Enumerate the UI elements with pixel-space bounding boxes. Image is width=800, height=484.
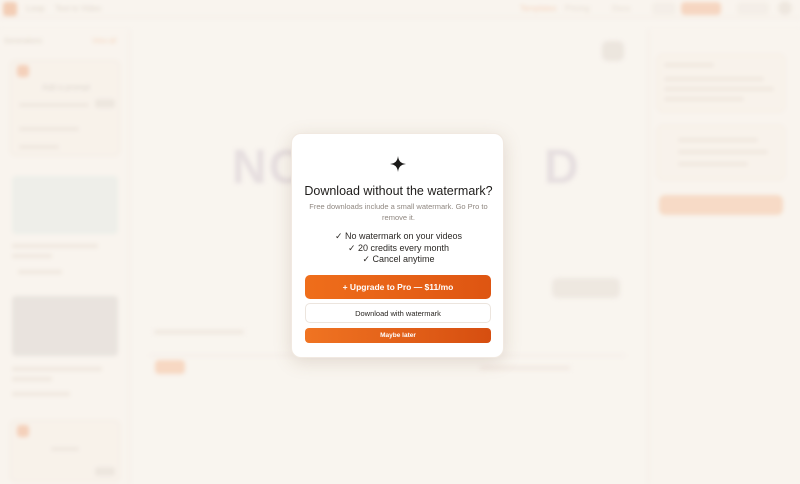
sparkle-icon — [390, 156, 406, 172]
benefit-item: ✓ 20 credits every month — [347, 242, 450, 253]
upgrade-modal: Download without the watermark? Free dow… — [291, 133, 504, 358]
modal-title: Download without the watermark? — [304, 184, 493, 198]
benefit-item: ✓ No watermark on your videos — [334, 231, 463, 241]
modal-subtitle: Free downloads include a small watermark… — [309, 202, 488, 222]
benefit-list: ✓ No watermark on your videos ✓ 20 credi… — [292, 231, 505, 266]
benefit-item: ✓ Cancel anytime — [362, 254, 435, 264]
maybe-later-button[interactable]: Maybe later — [305, 328, 491, 343]
upgrade-to-pro-button[interactable]: + Upgrade to Pro — $11/mo — [305, 275, 491, 299]
download-with-watermark-button[interactable]: Download with watermark — [305, 303, 491, 323]
